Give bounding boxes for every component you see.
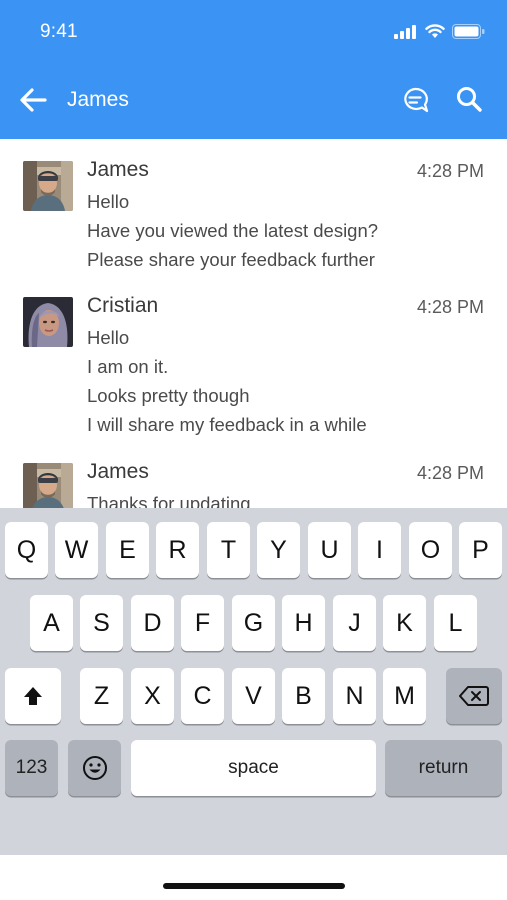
key-l[interactable]: L	[434, 595, 477, 651]
key-h[interactable]: H	[282, 595, 325, 651]
home-indicator-area	[0, 855, 507, 900]
key-k[interactable]: K	[383, 595, 426, 651]
app-header: 9:41 James	[0, 0, 507, 139]
avatar	[23, 161, 73, 211]
message-time: 4:28 PM	[416, 463, 484, 483]
key-d[interactable]: D	[131, 595, 174, 651]
battery-icon	[452, 24, 485, 39]
message-time: 4:28 PM	[416, 297, 484, 317]
search-icon[interactable]	[455, 85, 483, 113]
signal-icon	[394, 24, 416, 39]
keyboard: Q W E R T Y U I O P A S D F G H J K L Z …	[0, 508, 507, 900]
wifi-icon	[425, 24, 445, 38]
message-text: Looks pretty though	[87, 385, 250, 406]
nav-bar: James	[0, 70, 507, 130]
message-text: Hello	[87, 191, 130, 212]
status-icons	[394, 24, 485, 39]
key-f[interactable]: F	[181, 595, 224, 651]
key-q[interactable]: Q	[5, 522, 48, 578]
back-arrow-icon[interactable]	[18, 86, 48, 114]
chat-bubble-icon[interactable]	[400, 86, 430, 114]
message-text: Have you viewed the latest design?	[87, 220, 379, 241]
key-j[interactable]: J	[333, 595, 376, 651]
return-key[interactable]: return	[385, 740, 502, 796]
key-i[interactable]: I	[358, 522, 401, 578]
key-o[interactable]: O	[409, 522, 452, 578]
message-sender: Cristian	[87, 294, 159, 317]
status-bar: 9:41	[0, 0, 507, 62]
message-time: 4:28 PM	[416, 161, 484, 181]
avatar	[23, 463, 73, 508]
shift-icon	[24, 687, 42, 705]
key-g[interactable]: G	[232, 595, 275, 651]
emoji-icon	[82, 756, 107, 780]
message-text: Thanks for updating	[87, 493, 251, 508]
key-w[interactable]: W	[55, 522, 98, 578]
message-text: I am on it.	[87, 356, 169, 377]
return-key-label: return	[418, 757, 469, 778]
key-b[interactable]: B	[282, 668, 325, 724]
message-list[interactable]: James 4:28 PM Hello Have you viewed the …	[0, 139, 507, 508]
key-x[interactable]: X	[131, 668, 174, 724]
message-text: Hello	[87, 327, 130, 348]
key-n[interactable]: N	[333, 668, 376, 724]
key-p[interactable]: P	[459, 522, 502, 578]
key-r[interactable]: R	[156, 522, 199, 578]
message-sender: James	[87, 460, 149, 483]
emoji-key[interactable]	[68, 740, 121, 796]
space-key[interactable]: space	[131, 740, 376, 796]
key-u[interactable]: U	[308, 522, 351, 578]
status-time: 9:41	[40, 21, 78, 42]
conversation-title: James	[67, 88, 129, 111]
key-a[interactable]: A	[30, 595, 73, 651]
key-s[interactable]: S	[80, 595, 123, 651]
space-key-label: space	[228, 757, 279, 778]
home-indicator[interactable]	[163, 883, 345, 889]
key-t[interactable]: T	[207, 522, 250, 578]
key-m[interactable]: M	[383, 668, 426, 724]
key-z[interactable]: Z	[80, 668, 123, 724]
key-y[interactable]: Y	[257, 522, 300, 578]
numbers-key-label: 123	[15, 757, 48, 778]
key-e[interactable]: E	[106, 522, 149, 578]
message-sender: James	[87, 158, 149, 181]
key-c[interactable]: C	[181, 668, 224, 724]
avatar	[23, 297, 73, 347]
backspace-key[interactable]	[446, 668, 502, 724]
backspace-icon	[459, 686, 489, 706]
key-v[interactable]: V	[232, 668, 275, 724]
message-text: Please share your feedback further	[87, 249, 375, 270]
message-text: I will share my feedback in a while	[87, 414, 367, 435]
numbers-key[interactable]: 123	[5, 740, 58, 796]
shift-key[interactable]	[5, 668, 61, 724]
